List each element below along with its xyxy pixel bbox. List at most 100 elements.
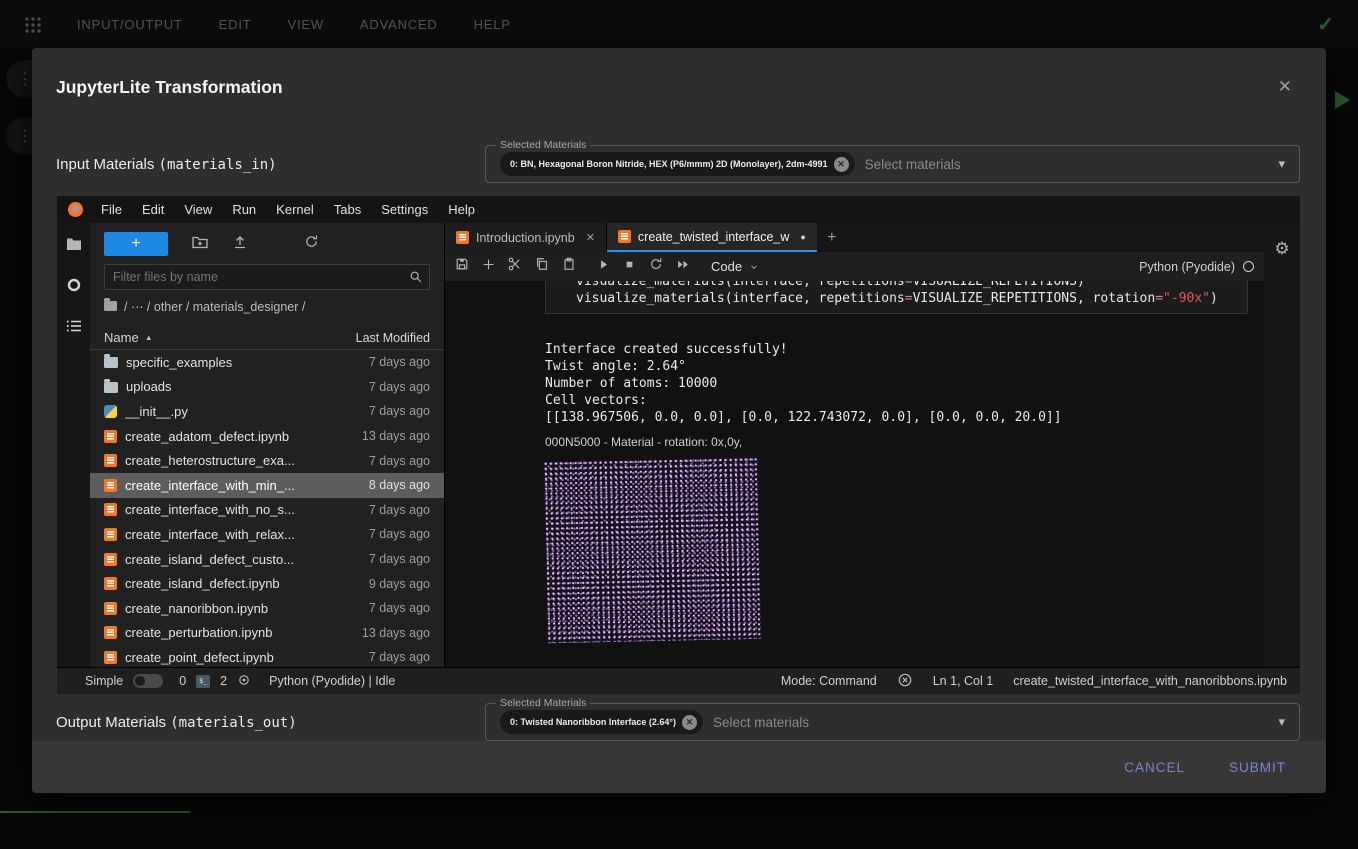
file-row[interactable]: specific_examples7 days ago xyxy=(90,350,444,375)
jupyter-menu-item[interactable]: Help xyxy=(438,202,485,217)
kernel-status-icon xyxy=(1243,261,1254,272)
run-icon[interactable] xyxy=(597,258,610,276)
chevron-down-icon[interactable]: ▾ xyxy=(1278,156,1285,172)
column-last-modified[interactable]: Last Modified xyxy=(356,331,430,345)
jupyter-menu-item[interactable]: Tabs xyxy=(324,202,371,217)
restart-kernel-icon[interactable] xyxy=(649,257,663,276)
kernel-indicator[interactable]: Python (Pyodide) xyxy=(1139,260,1254,274)
insert-cell-icon[interactable] xyxy=(482,258,495,276)
file-name: create_perturbation.ipynb xyxy=(125,625,272,640)
file-name: create_adatom_defect.ipynb xyxy=(125,429,289,444)
material-visualization[interactable] xyxy=(543,457,761,643)
file-modified: 7 days ago xyxy=(369,601,430,615)
breadcrumb[interactable]: / ⋯ / other / materials_designer / xyxy=(90,294,444,318)
file-modified: 7 days ago xyxy=(369,503,430,517)
file-row[interactable]: create_perturbation.ipynb13 days ago xyxy=(90,621,444,646)
file-row[interactable]: create_island_defect_custo...7 days ago xyxy=(90,547,444,572)
file-row[interactable]: create_interface_with_min_...8 days ago xyxy=(90,473,444,498)
restart-run-all-icon[interactable] xyxy=(676,258,690,276)
kernel-name: Python (Pyodide) xyxy=(1139,260,1235,274)
select-materials-placeholder: Select materials xyxy=(713,715,809,730)
file-row[interactable]: create_heterostructure_exa...7 days ago xyxy=(90,448,444,473)
file-row[interactable]: create_island_defect.ipynb9 days ago xyxy=(90,571,444,596)
chip-label: 0: BN, Hexagonal Boron Nitride, HEX (P6/… xyxy=(510,159,828,169)
input-material-chip[interactable]: 0: BN, Hexagonal Boron Nitride, HEX (P6/… xyxy=(500,152,855,176)
code-line: visualize_materials(interface, repetitio… xyxy=(576,281,1237,290)
cut-icon[interactable] xyxy=(508,257,522,276)
new-folder-icon[interactable] xyxy=(192,235,208,254)
notebook-scroll-area[interactable]: visualize_materials(interface, repetitio… xyxy=(445,281,1264,667)
notebook-icon xyxy=(104,454,117,467)
upload-icon[interactable] xyxy=(232,234,248,254)
file-filter-input[interactable] xyxy=(104,264,430,290)
file-row[interactable]: create_nanoribbon.ipynb 7 days ago xyxy=(90,596,444,621)
file-name: create_interface_with_relax... xyxy=(125,527,295,542)
copy-icon[interactable] xyxy=(535,257,549,276)
submit-button[interactable]: SUBMIT xyxy=(1229,760,1286,775)
paste-icon[interactable] xyxy=(562,257,576,276)
kernel-status-text[interactable]: Python (Pyodide) | Idle xyxy=(269,674,395,688)
mode-indicator[interactable]: Mode: Command xyxy=(781,674,877,688)
file-row[interactable]: create_interface_with_relax...7 days ago xyxy=(90,522,444,547)
save-icon[interactable] xyxy=(455,257,469,276)
output-materials-row: Output Materials (materials_out) Selecte… xyxy=(32,703,1326,741)
kernels-count[interactable]: 2 xyxy=(220,674,227,688)
search-icon xyxy=(409,270,423,284)
input-materials-select[interactable]: Selected Materials 0: BN, Hexagonal Boro… xyxy=(485,145,1300,183)
file-row[interactable]: create_adatom_defect.ipynb13 days ago xyxy=(90,424,444,449)
jupyter-menu-item[interactable]: Settings xyxy=(371,202,438,217)
column-name[interactable]: Name xyxy=(104,330,139,345)
jupyter-menu-item[interactable]: Run xyxy=(222,202,266,217)
jupyterlab-embed: FileEditViewRunKernelTabsSettingsHelp xyxy=(57,196,1300,694)
tab-close-icon[interactable]: ✕ xyxy=(586,231,595,244)
file-name: specific_examples xyxy=(126,355,232,370)
jupyter-menu-item[interactable]: Kernel xyxy=(266,202,324,217)
running-kernels-icon[interactable] xyxy=(66,277,82,293)
jupyter-menu-item[interactable]: View xyxy=(174,202,222,217)
jupyter-menu-item[interactable]: File xyxy=(91,202,132,217)
simple-mode-toggle[interactable] xyxy=(133,674,163,688)
python-icon xyxy=(104,405,117,418)
terminals-count[interactable]: 0 xyxy=(179,674,186,688)
file-row[interactable]: uploads7 days ago xyxy=(90,375,444,400)
chip-remove-icon[interactable]: ✕ xyxy=(834,157,849,172)
file-list: specific_examples7 days agouploads7 days… xyxy=(90,350,444,667)
jupyter-right-rail: ⚙ xyxy=(1264,223,1300,667)
add-tab-button[interactable]: + xyxy=(817,223,847,252)
refresh-icon[interactable] xyxy=(304,234,319,254)
code-token: VISUALIZE_REPETITIONS xyxy=(913,281,1077,289)
chevron-down-icon[interactable]: ▾ xyxy=(1278,714,1285,730)
code-line: visualize_materials(interface, repetitio… xyxy=(576,290,1237,307)
close-icon[interactable]: ✕ xyxy=(1278,77,1292,97)
output-materials-label-code: (materials_out) xyxy=(170,715,296,731)
statusbar-filename: create_twisted_interface_with_nanoribbon… xyxy=(1013,674,1287,688)
jupyter-menu-item[interactable]: Edit xyxy=(132,202,174,217)
file-modified: 7 days ago xyxy=(369,404,430,418)
code-cell[interactable]: visualize_materials(interface, repetitio… xyxy=(545,281,1248,314)
tab-create-twisted-interface[interactable]: create_twisted_interface_w ● xyxy=(607,223,817,252)
home-folder-icon[interactable] xyxy=(104,301,117,311)
folder-icon xyxy=(104,357,118,368)
file-name: create_heterostructure_exa... xyxy=(125,453,295,468)
code-token: = xyxy=(905,281,913,289)
notebook-icon xyxy=(104,602,117,615)
code-token: = xyxy=(905,291,913,306)
cursor-position[interactable]: Ln 1, Col 1 xyxy=(933,674,993,688)
property-inspector-gear-icon[interactable]: ⚙ xyxy=(1274,239,1289,667)
tab-introduction[interactable]: Introduction.ipynb ✕ xyxy=(445,223,607,252)
file-row[interactable]: create_point_defect.ipynb7 days ago xyxy=(90,645,444,667)
new-launcher-button[interactable]: + xyxy=(104,232,168,256)
chip-label: 0: Twisted Nanoribbon Interface (2.64°) xyxy=(510,717,676,727)
cancel-button[interactable]: CANCEL xyxy=(1124,760,1185,775)
table-of-contents-icon[interactable] xyxy=(66,319,82,333)
file-row[interactable]: __init__.py7 days ago xyxy=(90,399,444,424)
output-material-chip[interactable]: 0: Twisted Nanoribbon Interface (2.64°) … xyxy=(500,710,703,734)
file-name: create_nanoribbon.ipynb xyxy=(125,601,268,616)
cell-type-dropdown[interactable]: Code xyxy=(711,259,760,274)
file-row[interactable]: create_interface_with_no_s...7 days ago xyxy=(90,498,444,523)
tab-label: Introduction.ipynb xyxy=(476,231,575,245)
stop-icon[interactable] xyxy=(623,258,636,276)
chip-remove-icon[interactable]: ✕ xyxy=(682,715,697,730)
file-browser-icon[interactable] xyxy=(66,237,82,251)
output-materials-select[interactable]: Selected Materials 0: Twisted Nanoribbon… xyxy=(485,703,1300,741)
